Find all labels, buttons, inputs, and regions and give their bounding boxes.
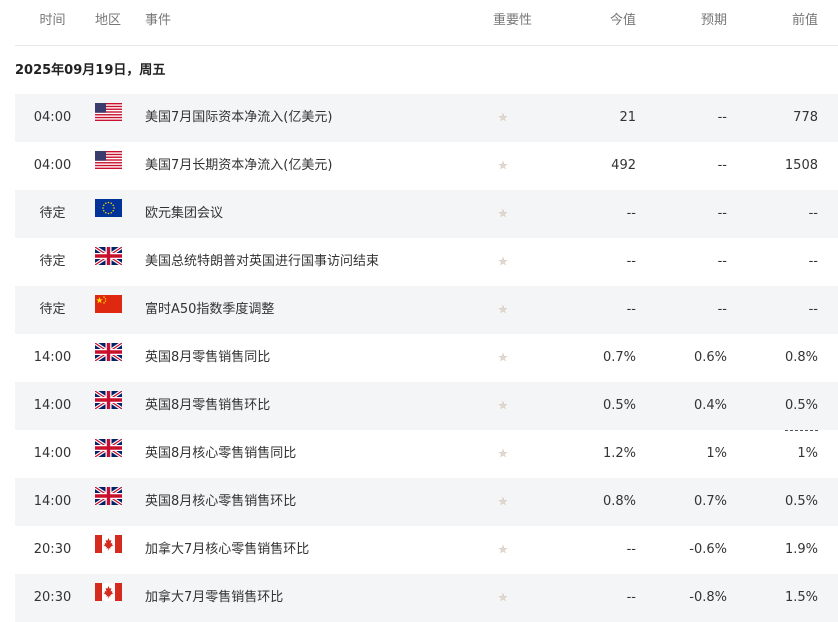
ca-flag-icon (95, 574, 122, 601)
table-row[interactable]: 14:00 英国8月核心零售销售同比 ★ ★ ★ 1.2% 1% 1% (15, 430, 838, 479)
actual-value: 0.5% (602, 398, 636, 413)
forecast-value: -- (717, 254, 727, 269)
header-time: 时间 (39, 13, 66, 28)
date-heading: 2025年09月19日，周五 (15, 63, 166, 78)
us-flag-icon (95, 142, 122, 169)
forecast-value: -- (717, 110, 727, 125)
star-empty-icon: ★ (498, 543, 509, 556)
table-row[interactable]: 待定 美国总统特朗普对英国进行国事访问结束 ★ ★ ★ -- -- -- (15, 238, 838, 286)
actual-value: -- (626, 206, 636, 221)
forecast-value: 0.4% (693, 398, 727, 413)
star-empty-icon: ★ (498, 255, 509, 268)
star-empty-icon: ★ (498, 159, 509, 172)
previous-value: -- (808, 206, 818, 221)
event-name[interactable]: 欧元集团会议 (145, 190, 223, 238)
previous-value[interactable]: 0.8% (784, 334, 818, 383)
actual-value: -- (626, 542, 636, 557)
header-previous: 前值 (791, 13, 818, 28)
forecast-value: 0.7% (693, 494, 727, 509)
event-name[interactable]: 美国7月国际资本净流入(亿美元) (145, 94, 332, 142)
forecast-value: -- (717, 158, 727, 173)
event-name[interactable]: 富时A50指数季度调整 (145, 286, 274, 334)
table-row[interactable]: 14:00 英国8月核心零售销售环比 ★ ★ ★ 0.8% 0.7% 0.5% (15, 478, 838, 526)
star-empty-icon: ★ (498, 303, 509, 316)
previous-value: 0.5% (784, 494, 818, 509)
table-row[interactable]: 14:00 英国8月零售销售同比 ★ ★ ★ 0.7% 0.6% 0.8% (15, 334, 838, 383)
table-row[interactable]: 14:00 英国8月零售销售环比 ★ ★ ★ 0.5% 0.4% 0.5% (15, 382, 838, 431)
actual-value: -- (626, 302, 636, 317)
forecast-value: -0.6% (689, 542, 727, 557)
table-row[interactable]: 04:00 美国7月长期资本净流入(亿美元) ★ ★ ★ 492 -- 1508 (15, 142, 838, 190)
event-name[interactable]: 加拿大7月核心零售销售环比 (145, 526, 309, 574)
event-time: 04:00 (33, 158, 72, 173)
star-empty-icon: ★ (498, 447, 509, 460)
table-row[interactable]: 20:30 加拿大7月核心零售销售环比 ★ ★ ★ -- -0.6% 1.9% (15, 526, 838, 574)
actual-value: 21 (619, 110, 636, 125)
eu-flag-icon (95, 190, 122, 217)
previous-value[interactable]: 0.5% (784, 382, 818, 431)
header-forecast: 预期 (700, 13, 727, 28)
actual-value: 0.8% (602, 494, 636, 509)
forecast-value: -- (717, 302, 727, 317)
star-empty-icon: ★ (498, 495, 509, 508)
forecast-value: 1% (706, 446, 727, 461)
event-time: 待定 (39, 254, 66, 269)
previous-value: -- (808, 302, 818, 317)
event-time: 待定 (39, 302, 66, 317)
economic-calendar-table: 时间 地区 事件 重要性 今值 预期 前值 2025年09月19日，周五 04:… (15, 0, 838, 622)
header-actual: 今值 (609, 13, 636, 28)
table-row[interactable]: 待定 富时A50指数季度调整 ★ ★ ★ -- -- -- (15, 286, 838, 334)
event-name[interactable]: 美国总统特朗普对英国进行国事访问结束 (145, 238, 379, 286)
previous-value: 778 (793, 110, 818, 125)
previous-value: 1508 (784, 158, 818, 173)
actual-value: 1.2% (602, 446, 636, 461)
ca-flag-icon (95, 526, 122, 553)
previous-value: -- (808, 254, 818, 269)
header-region: 地区 (95, 13, 122, 28)
star-empty-icon: ★ (498, 351, 509, 364)
header-importance: 重要性 (493, 13, 533, 28)
event-name[interactable]: 美国7月长期资本净流入(亿美元) (145, 142, 332, 190)
event-time: 20:30 (33, 542, 72, 557)
actual-value: 492 (611, 158, 636, 173)
uk-flag-icon (94, 238, 123, 267)
uk-flag-icon (94, 430, 123, 459)
event-time: 14:00 (33, 494, 72, 509)
star-empty-icon: ★ (498, 399, 509, 412)
table-row[interactable]: 04:00 美国7月国际资本净流入(亿美元) ★ ★ ★ 21 -- 778 (15, 94, 838, 142)
uk-flag-icon (94, 478, 123, 507)
uk-flag-icon (94, 382, 123, 411)
event-name[interactable]: 英国8月零售销售同比 (145, 334, 270, 382)
forecast-value: -- (717, 206, 727, 221)
event-name[interactable]: 英国8月零售销售环比 (145, 382, 270, 430)
actual-value: 0.7% (602, 350, 636, 365)
header-event: 事件 (145, 13, 172, 28)
event-time: 14:00 (33, 350, 72, 365)
previous-value[interactable]: 1% (797, 430, 818, 479)
star-empty-icon: ★ (498, 207, 509, 220)
actual-value: -- (626, 254, 636, 269)
revised-previous-value[interactable]: 1% (797, 430, 818, 479)
event-time: 14:00 (33, 398, 72, 413)
event-name[interactable]: 英国8月核心零售销售同比 (145, 430, 296, 478)
event-list: 04:00 美国7月国际资本净流入(亿美元) ★ ★ ★ 21 -- 778 04:00 美国7月… (15, 94, 838, 622)
table-header: 时间 地区 事件 重要性 今值 预期 前值 (15, 0, 838, 46)
event-name[interactable]: 英国8月核心零售销售环比 (145, 478, 296, 526)
revised-previous-value[interactable]: 0.8% (784, 334, 818, 383)
previous-value: 1.9% (784, 542, 818, 557)
table-row[interactable]: 待定 欧元集团会议 ★ ★ ★ -- -- -- (15, 190, 838, 238)
uk-flag-icon (94, 334, 123, 363)
event-time: 待定 (39, 206, 66, 221)
cn-flag-icon (95, 286, 122, 313)
forecast-value: 0.6% (693, 350, 727, 365)
star-empty-icon: ★ (498, 111, 509, 124)
event-time: 04:00 (33, 110, 72, 125)
revised-previous-value[interactable]: 0.5% (784, 382, 818, 431)
us-flag-icon (95, 94, 122, 121)
event-time: 14:00 (33, 446, 72, 461)
